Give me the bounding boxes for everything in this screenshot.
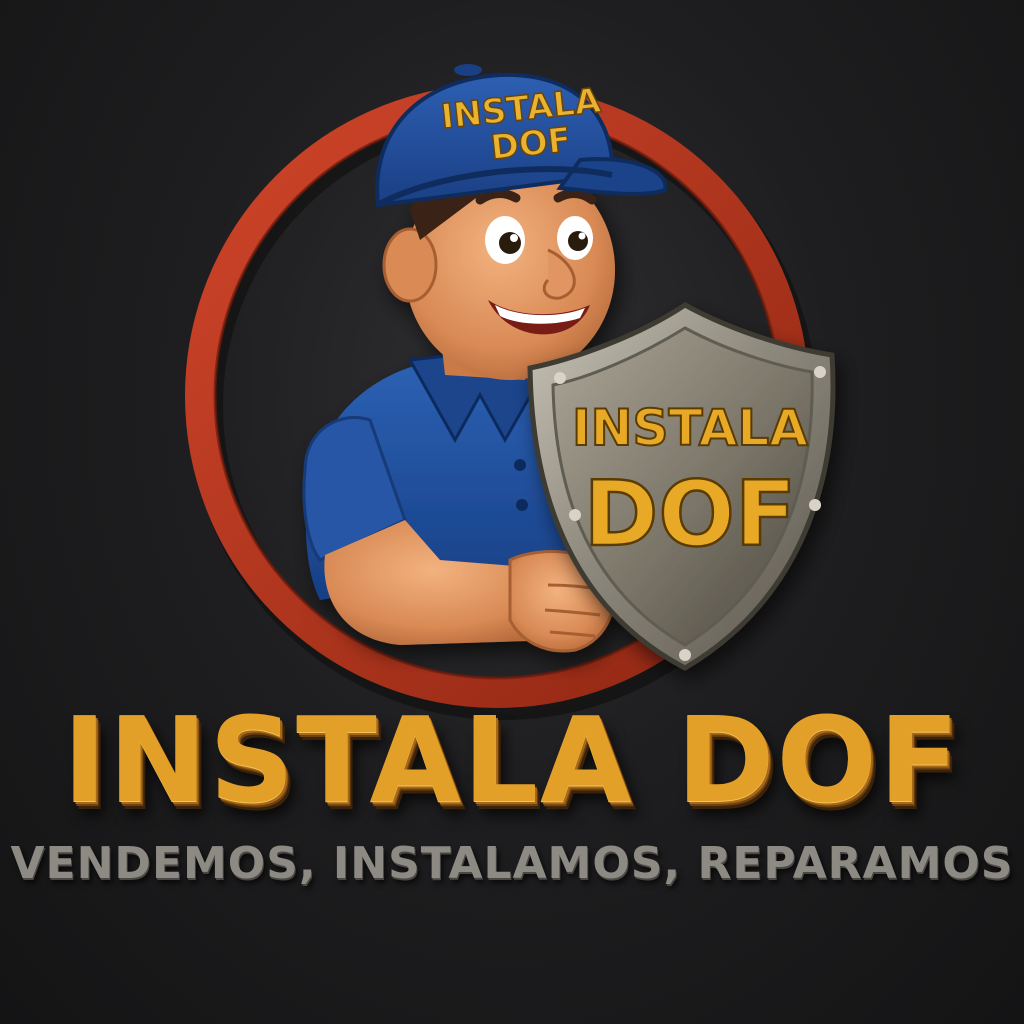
- shield-text-line2: DOF: [584, 462, 797, 567]
- cap-text-line2: DOF: [489, 120, 573, 168]
- tagline: VENDEMOS, INSTALAMOS, REPARAMOS: [10, 838, 1014, 889]
- brand-name: INSTALA DOF: [62, 691, 962, 829]
- shield-text-line1: INSTALA: [572, 399, 808, 457]
